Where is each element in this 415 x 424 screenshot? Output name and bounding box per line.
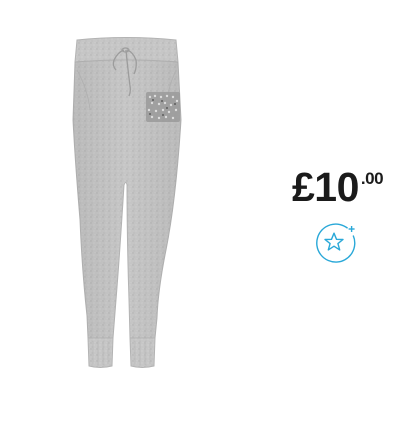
- product-price: £10 .00: [292, 162, 384, 212]
- product-image: [0, 0, 270, 419]
- jogger-pants-illustration: [72, 37, 182, 368]
- star-plus-icon: [316, 223, 356, 263]
- add-to-wishlist-button[interactable]: [314, 221, 358, 265]
- price-decimal: .00: [360, 169, 384, 188]
- price-main: £10: [292, 164, 359, 210]
- sequin-graphic: [146, 92, 180, 122]
